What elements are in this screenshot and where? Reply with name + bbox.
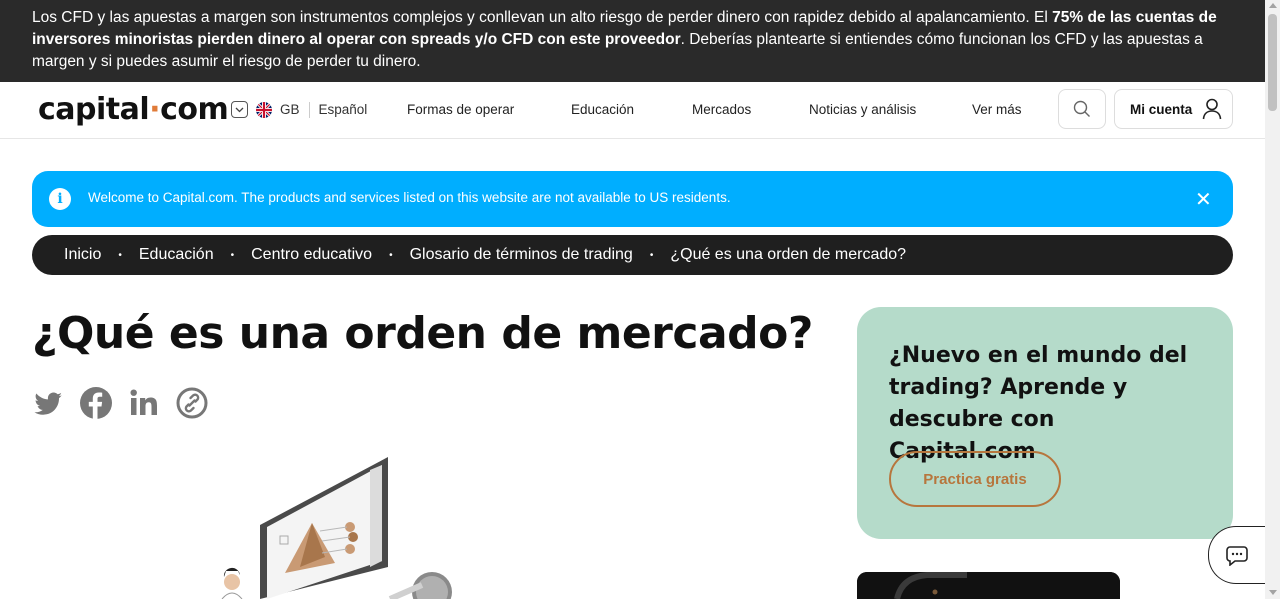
notice-message: Welcome to Capital.com. The products and… (88, 190, 731, 205)
region-code: GB (280, 102, 300, 117)
search-icon (1073, 100, 1090, 117)
breadcrumb-glosario[interactable]: Glosario de términos de trading (410, 246, 633, 264)
account-label: Mi cuenta (1130, 101, 1193, 117)
facebook-icon[interactable] (80, 387, 112, 419)
nav-noticias-y-analisis[interactable]: Noticias y análisis (809, 102, 916, 117)
page-scrollbar[interactable] (1265, 0, 1280, 599)
risk-warning-text: Los CFD y las apuestas a margen son inst… (32, 9, 1053, 26)
nav-mercados[interactable]: Mercados (692, 102, 751, 117)
breadcrumb-separator: • (389, 249, 393, 261)
close-icon[interactable]: ✕ (1195, 187, 1212, 212)
user-icon (1202, 98, 1222, 120)
us-residents-notice: i Welcome to Capital.com. The products a… (32, 171, 1233, 227)
chevron-down-icon (231, 101, 248, 118)
nav-formas-de-operar[interactable]: Formas de operar (407, 102, 514, 117)
chat-icon (1226, 546, 1248, 566)
capital-com-logo[interactable]: capital·com (38, 92, 229, 127)
page-title: ¿Qué es una orden de mercado? (32, 308, 813, 359)
nav-ver-mas[interactable]: Ver más (972, 102, 1022, 117)
breadcrumb-separator: • (649, 249, 654, 261)
scrollbar-thumb[interactable] (1268, 14, 1277, 111)
divider (308, 101, 310, 118)
breadcrumb-current-page: ¿Qué es una orden de mercado? (670, 246, 907, 263)
copy-link-icon[interactable] (176, 387, 208, 419)
scroll-down-arrow-icon[interactable] (1269, 590, 1277, 595)
nav-educacion[interactable]: Educación (571, 102, 634, 117)
info-icon: i (49, 188, 71, 210)
breadcrumb: Inicio • Educación • Centro educativo • … (32, 235, 1233, 275)
breadcrumb-separator: • (118, 249, 122, 261)
chat-button[interactable] (1208, 526, 1265, 584)
language-label: Español (318, 102, 368, 117)
promo-card: ¿Nuevo en el mundo del trading? Aprende … (857, 307, 1233, 539)
breadcrumb-educacion[interactable]: Educación (139, 246, 214, 264)
scroll-up-arrow-icon[interactable] (1269, 3, 1277, 8)
breadcrumb-centro-educativo[interactable]: Centro educativo (251, 246, 372, 264)
risk-warning-banner: Los CFD y las apuestas a margen son inst… (0, 0, 1265, 82)
site-header: capital·com GB Español Formas de operar … (0, 82, 1265, 139)
app-promo-image (857, 572, 1120, 599)
region-language-selector[interactable]: GB Español (231, 101, 367, 118)
market-order-illustration (210, 455, 470, 599)
breadcrumb-inicio[interactable]: Inicio (64, 246, 101, 264)
practice-free-button[interactable]: Practica gratis (889, 451, 1061, 507)
search-button[interactable] (1058, 89, 1106, 129)
linkedin-icon[interactable] (128, 387, 160, 419)
uk-flag-icon (256, 101, 272, 118)
twitter-icon[interactable] (32, 387, 64, 419)
my-account-button[interactable]: Mi cuenta (1114, 89, 1233, 129)
breadcrumb-separator: • (230, 249, 235, 261)
promo-title: ¿Nuevo en el mundo del trading? Aprende … (889, 343, 1188, 464)
